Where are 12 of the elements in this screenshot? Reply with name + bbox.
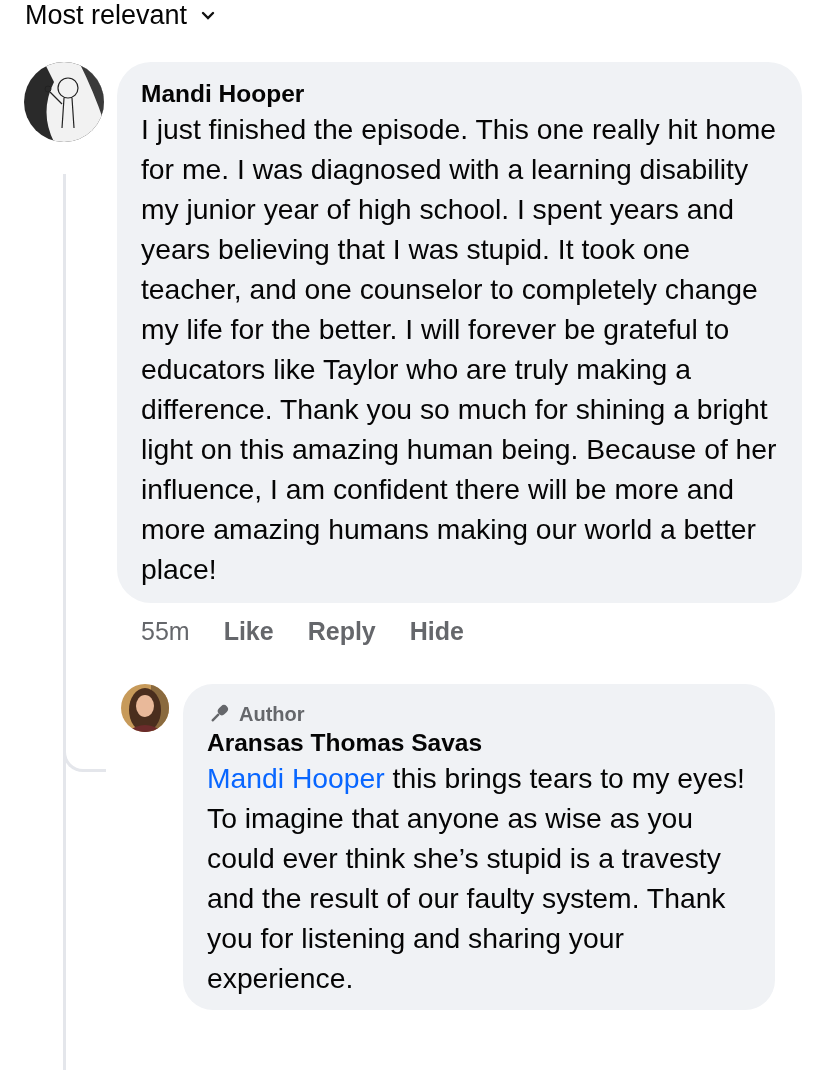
chevron-down-icon: [201, 10, 216, 20]
reply-text: Mandi Hooper this brings tears to my eyes! To imagine that anyone as wise as you could ever think she’s stupid is a travesty and the result of our faulty system. Thank you for listening and sharing your experience.: [207, 761, 746, 996]
mention-link[interactable]: Mandi Hooper: [207, 762, 385, 794]
author-name: Mandi Hooper: [141, 79, 306, 109]
author-name: Aransas Thomas Savas: [207, 728, 484, 758]
comment-action-link[interactable]: Like: [223, 613, 274, 649]
author-label: Author: [239, 702, 305, 726]
comment-time: 55m: [141, 616, 190, 647]
comment-action-link[interactable]: Hide: [409, 613, 464, 649]
comment-text: I just finished the episode. This one really hit home for me. I was diagnosed with a learning disability my junior year of high school. I spent years and years believing that I was stupid. It took one teacher, and one counselor to completely change my life for the better. I will forever be grateful to educators like Taylor who are truly making a difference. Thank you so much for shining a bright light on this amazing human being. Because of her influence, I am confident there will be more and more amazing humans making our world a better place!: [141, 112, 778, 587]
sort-dropdown[interactable]: Most relevant: [0, 0, 216, 31]
comment-action-link[interactable]: Reply: [307, 613, 376, 649]
